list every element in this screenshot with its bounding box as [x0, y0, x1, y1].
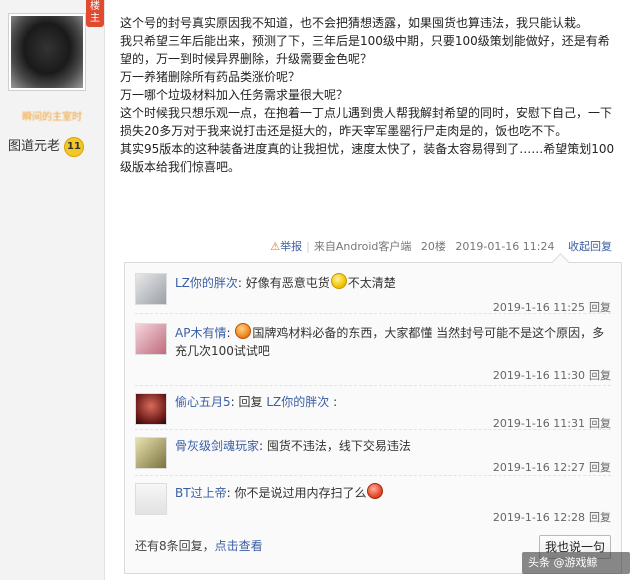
reply-username[interactable]: LZ你的胖次: [175, 276, 238, 290]
author-avatar[interactable]: [8, 13, 86, 91]
emoji-icon: [330, 273, 347, 289]
reply-divider: [135, 313, 611, 314]
reply-meta: 2019-1-16 11:30 回复: [493, 367, 611, 383]
emoji-icon: [367, 483, 384, 499]
post-line: 万一哪个垃圾材料加入任务需求量很大呢？: [120, 88, 349, 102]
report-link[interactable]: ⚠举报: [270, 240, 302, 253]
reply-to-user-link[interactable]: LZ你的胖次: [266, 395, 329, 409]
reply-button[interactable]: 回复: [589, 461, 611, 474]
reply-time: 2019-1-16 12:27: [492, 461, 585, 474]
op-badge: 楼主: [86, 0, 104, 27]
reply-divider: [135, 385, 611, 386]
reply-button[interactable]: 回复: [589, 511, 611, 524]
post-line: 这个号的封号真实原因我不知道，也不会把猜想透露，如果囤货也算违法，我只能认栽。: [120, 16, 589, 30]
reply-item: 骨灰级剑魂玩家: 囤货不违法，线下交易违法 2019-1-16 12:27 回复: [135, 437, 611, 474]
reply-item: AP木有情: 国牌鸡材料必备的东西，大家都懂 当然封号可能不是这个原因，多充几次…: [135, 323, 611, 382]
post-content: 这个号的封号真实原因我不知道，也不会把猜想透露，如果囤货也算违法，我只能认栽。 …: [120, 14, 620, 176]
collapse-replies-link[interactable]: 收起回复: [568, 240, 612, 253]
avatar-image: [11, 16, 83, 88]
reply-divider: [135, 429, 611, 430]
reply-username[interactable]: 骨灰级剑魂玩家: [175, 439, 259, 453]
reply-item: LZ你的胖次: 好像有恶意屯货 不太清楚 2019-1-16 11:25 回复: [135, 273, 611, 314]
more-replies: 还有8条回复，点击查看: [135, 539, 263, 553]
source-watermark: 头条 @游戏鲸: [522, 552, 630, 574]
floor-number: 20楼: [420, 240, 446, 253]
level-number-badge: 11: [64, 136, 85, 157]
warning-icon: ⚠: [270, 240, 281, 253]
post-line: 我只希望三年后能出来，预测了下，三年后是100级中期，只要100级策划能做好，还…: [120, 34, 610, 66]
emoji-icon: [235, 323, 252, 339]
reply-username[interactable]: 偷心五月5: [175, 395, 231, 409]
reply-avatar[interactable]: [135, 393, 167, 425]
reply-item: 偷心五月5: 回复 LZ你的胖次 : 2019-1-16 11:31 回复: [135, 393, 611, 430]
author-username[interactable]: 瞬间的主室时: [0, 108, 104, 123]
reply-button[interactable]: 回复: [589, 369, 611, 382]
post-line: 这个时候我只想乐观一点，在抱着一丁点儿遇到贵人帮我解封希望的同时，安慰下自己，一…: [120, 106, 613, 138]
post-datetime: 2019-01-16 11:24: [455, 240, 555, 253]
reply-avatar[interactable]: [135, 273, 167, 305]
reply-username[interactable]: AP木有情: [175, 326, 226, 340]
post-line: 其实95版本的这种装备进度真的让我担忧，速度太快了，装备太容易得到了……希望策划…: [120, 142, 615, 174]
reply-time: 2019-1-16 11:30: [492, 369, 585, 382]
post-source: 来自Android客户端: [313, 240, 412, 253]
reply-avatar[interactable]: [135, 483, 167, 515]
author-level[interactable]: 图道元老 11: [8, 135, 85, 157]
reply-divider: [135, 475, 611, 476]
reply-avatar[interactable]: [135, 437, 167, 469]
post-meta: ⚠举报 | 来自Android客户端 20楼 2019-01-16 11:24 收起…: [270, 240, 612, 253]
author-panel: 楼主 瞬间的主室时 图道元老 11: [0, 0, 105, 580]
reply-avatar[interactable]: [135, 323, 167, 355]
post-line: 万一养猪删除所有药品类涨价呢？: [120, 70, 301, 84]
reply-list: LZ你的胖次: 好像有恶意屯货 不太清楚 2019-1-16 11:25 回复 AP…: [124, 262, 622, 574]
reply-username[interactable]: BT过上帝: [175, 486, 227, 500]
view-more-replies-link[interactable]: 点击查看: [215, 539, 263, 553]
reply-meta: 2019-1-16 12:28 回复: [493, 509, 611, 525]
reply-meta: 2019-1-16 12:27 回复: [493, 459, 611, 475]
reply-time: 2019-1-16 12:28: [492, 511, 585, 524]
reply-item: BT过上帝: 你不是说过用内存扫了么 2019-1-16 12:28 回复: [135, 483, 611, 524]
level-label: 图道元老: [8, 139, 61, 154]
